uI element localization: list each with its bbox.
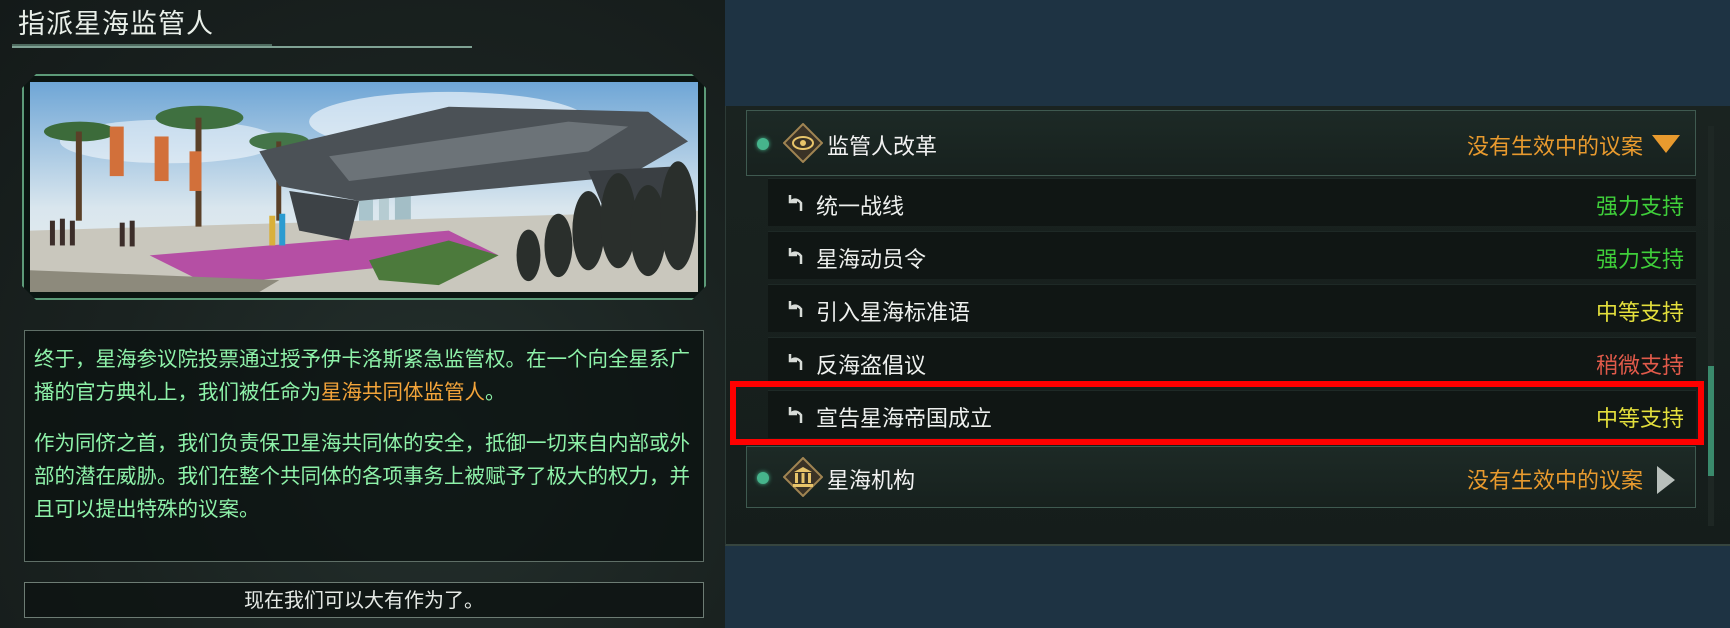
agenda-item-label: 宣告星海帝国成立: [816, 407, 993, 432]
event-paragraph-1: 终于，星海参议院投票通过授予伊卡洛斯紧急监管权。在一个向全星系广播的官方典礼上，…: [34, 343, 695, 409]
category-overseer-reform[interactable]: 监管人改革 没有生效中的议案: [746, 110, 1696, 176]
category-label: 监管人改革: [827, 135, 938, 160]
agenda-item-selected[interactable]: 宣告星海帝国成立 中等支持: [768, 390, 1696, 438]
support-level: 稍微支持: [1595, 354, 1684, 379]
support-level: 强力支持: [1595, 248, 1684, 273]
agenda-item[interactable]: 引入星海标准语 中等支持: [768, 284, 1696, 332]
undo-arrow-icon: [788, 248, 803, 264]
title-divider: [12, 40, 472, 48]
support-level: 中等支持: [1595, 407, 1684, 432]
support-level: 强力支持: [1595, 195, 1684, 220]
chevron-down-icon[interactable]: [1651, 133, 1681, 155]
status-dot-icon: [757, 472, 769, 484]
scrollbar-thumb[interactable]: [1708, 366, 1714, 476]
event-title: 指派星海监管人: [18, 9, 214, 40]
agenda-panel: 监管人改革 没有生效中的议案 统一战线 强力支持 星海动员令 强力支持 引入星海…: [725, 106, 1730, 546]
category-status: 没有生效中的议案: [1466, 135, 1643, 160]
agenda-item-label: 星海动员令: [816, 248, 927, 273]
eye-diamond-icon: [783, 123, 823, 163]
undo-arrow-icon: [788, 354, 803, 370]
event-response-button[interactable]: 现在我们可以大有作为了。: [24, 582, 704, 618]
agenda-item[interactable]: 反海盗倡议 稍微支持: [768, 337, 1696, 385]
event-illustration-frame: [22, 74, 706, 300]
category-label: 星海机构: [827, 469, 916, 494]
chevron-right-icon[interactable]: [1655, 465, 1677, 495]
event-paragraph-2: 作为同侪之首，我们负责保卫星海共同体的安全，抵御一切来自内部或外部的潜在威胁。我…: [34, 431, 690, 521]
category-galactic-institutions[interactable]: 星海机构 没有生效中的议案: [746, 446, 1696, 508]
support-level: 中等支持: [1595, 301, 1684, 326]
agenda-item-label: 反海盗倡议: [816, 354, 927, 379]
undo-arrow-icon: [788, 301, 803, 317]
agenda-item-label: 统一战线: [816, 195, 905, 220]
agenda-item[interactable]: 统一战线 强力支持: [768, 178, 1696, 226]
status-dot-icon: [757, 138, 769, 150]
undo-arrow-icon: [788, 407, 803, 423]
event-window: 指派星海监管人 终于，星海参议院投票通过授予伊卡洛斯紧急监管权。在一个向全星系广…: [0, 0, 725, 628]
agenda-item-label: 引入星海标准语: [816, 301, 971, 326]
event-illustration: [30, 82, 698, 292]
agenda-item[interactable]: 星海动员令 强力支持: [768, 231, 1696, 279]
category-status: 没有生效中的议案: [1466, 469, 1643, 494]
undo-arrow-icon: [788, 195, 803, 211]
institution-diamond-icon: [783, 457, 823, 497]
event-description: 终于，星海参议院投票通过授予伊卡洛斯紧急监管权。在一个向全星系广播的官方典礼上，…: [24, 330, 704, 562]
highlighted-title: 星海共同体监管人: [321, 380, 485, 404]
paragraph-text: 。: [485, 380, 506, 404]
